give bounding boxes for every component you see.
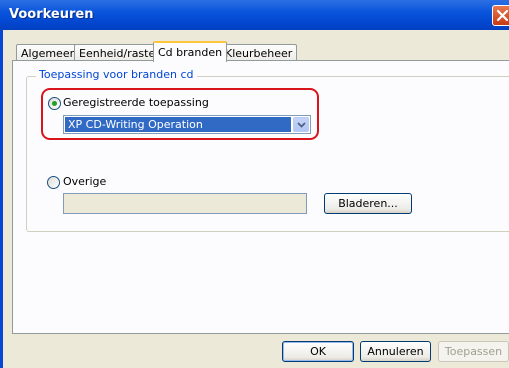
tab-label: Cd branden [158, 46, 223, 59]
other-application-label[interactable]: Overige [63, 175, 106, 188]
ok-button[interactable]: OK [282, 341, 354, 362]
other-path-field[interactable] [63, 193, 307, 214]
other-application-radio[interactable] [47, 176, 60, 189]
window-title: Voorkeuren [9, 7, 94, 22]
tab-label: Algemeen [21, 47, 77, 60]
title-bar[interactable]: Voorkeuren [0, 0, 509, 30]
tab-label: Eenheid/raster [79, 47, 160, 60]
tab-cd-branden[interactable]: Cd branden [153, 41, 228, 62]
tab-label: Kleurbeheer [225, 47, 293, 60]
apply-button: Toepassen [438, 341, 509, 362]
close-icon [496, 9, 509, 22]
cancel-button[interactable]: Annuleren [360, 341, 431, 362]
tab-algemeen[interactable]: Algemeen [16, 44, 82, 61]
group-label: Toepassing voor branden cd [36, 68, 197, 81]
annotation-highlight [41, 88, 319, 140]
tab-kleurbeheer[interactable]: Kleurbeheer [220, 44, 298, 61]
tab-eenheid-raster[interactable]: Eenheid/raster [74, 44, 165, 61]
close-button[interactable] [492, 5, 509, 26]
browse-button[interactable]: Bladeren... [324, 193, 412, 214]
